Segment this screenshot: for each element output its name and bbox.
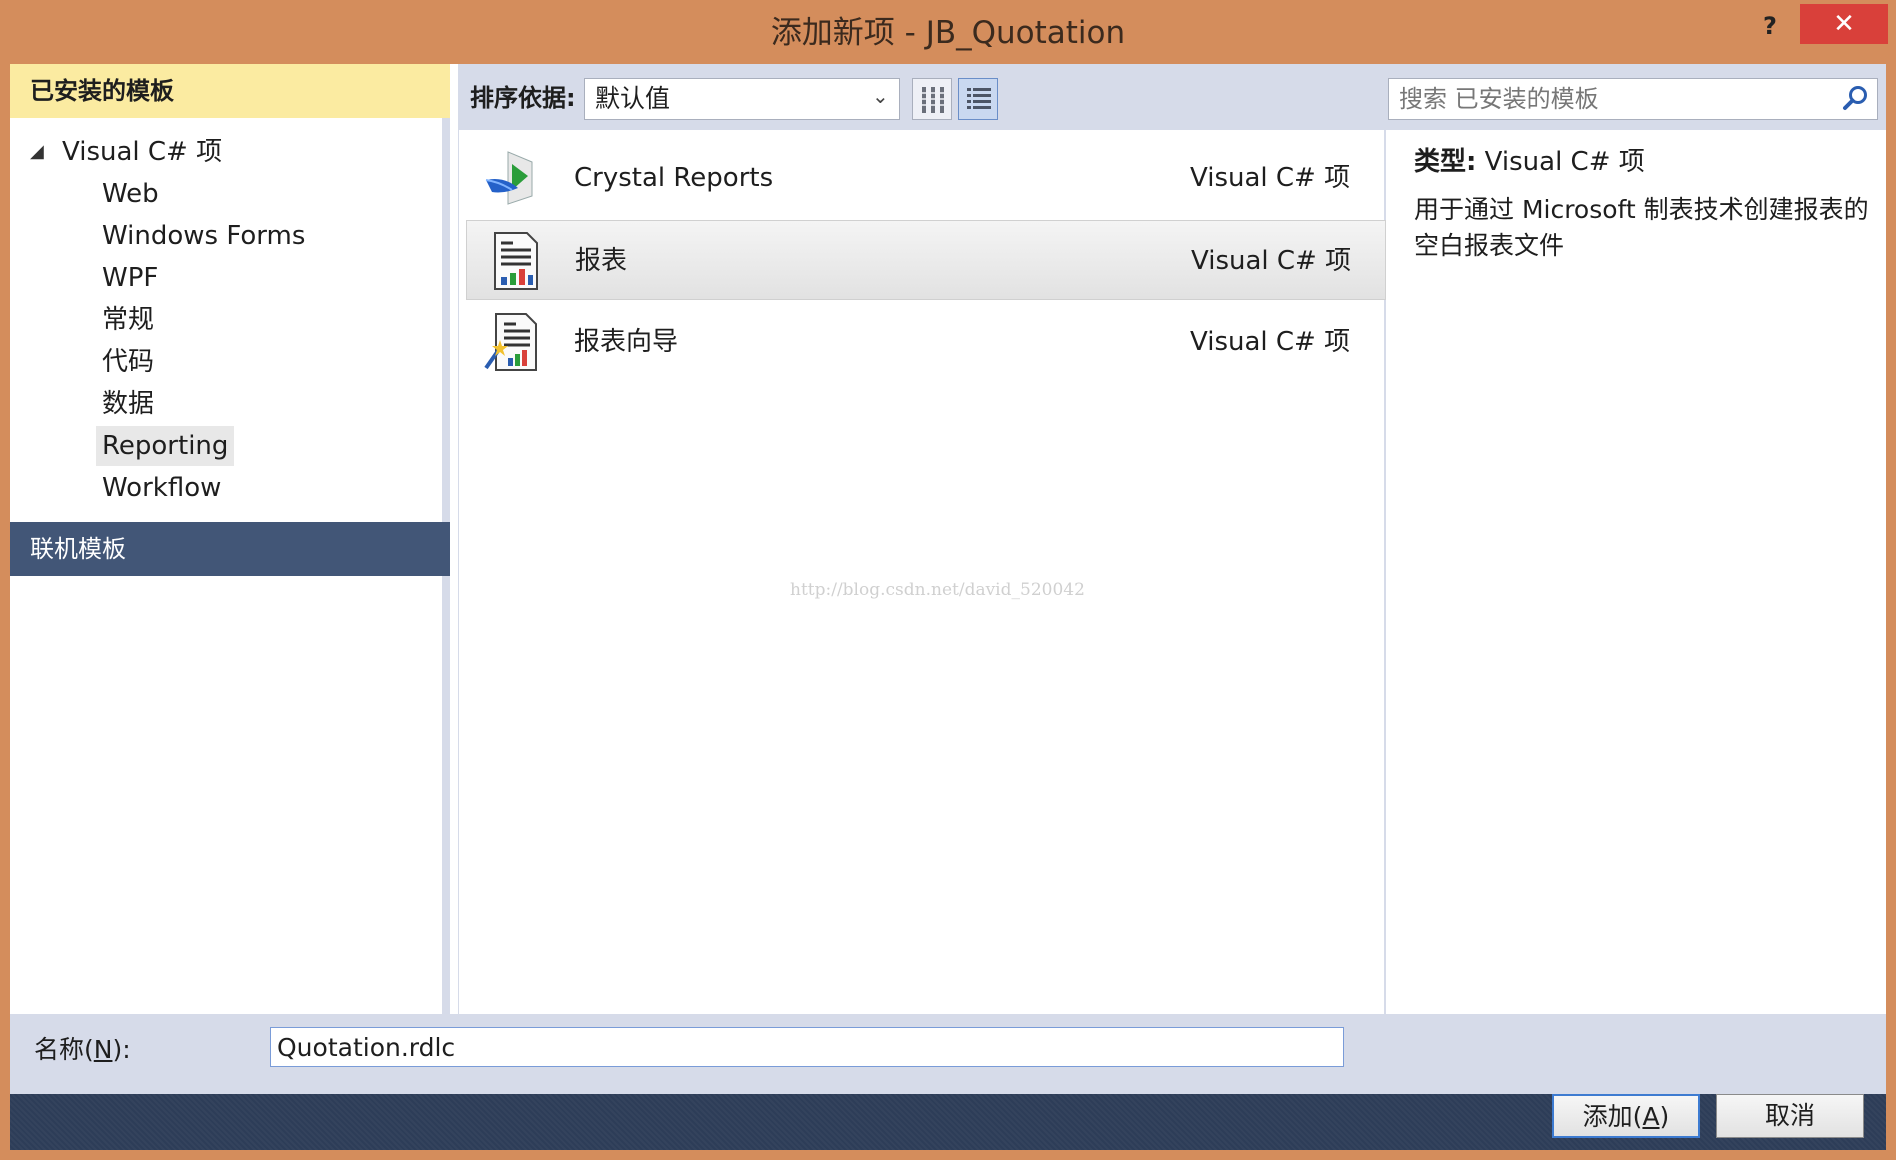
- template-row-report[interactable]: 报表 Visual C# 项: [466, 220, 1386, 300]
- sort-dropdown[interactable]: 默认值: [584, 78, 900, 120]
- tree-item-windows-forms[interactable]: Windows Forms: [96, 216, 311, 256]
- tree-item-workflow[interactable]: Workflow: [96, 468, 227, 508]
- tree-item-data[interactable]: 数据: [96, 384, 160, 424]
- add-button[interactable]: 添加(A): [1552, 1094, 1700, 1138]
- small-icons-view-button[interactable]: [912, 78, 952, 120]
- details-view-button[interactable]: [958, 78, 998, 120]
- cancel-button[interactable]: 取消: [1716, 1094, 1864, 1138]
- tree-item-reporting[interactable]: Reporting: [96, 426, 235, 466]
- template-type: Visual C# 项: [1190, 163, 1351, 193]
- installed-templates-header[interactable]: 已安装的模板: [10, 64, 450, 118]
- template-row-report-wizard[interactable]: 报表向导 Visual C# 项: [466, 302, 1386, 382]
- template-type: Visual C# 项: [1191, 246, 1352, 276]
- name-label: 名称(N):: [34, 1035, 131, 1064]
- collapse-arrow-icon[interactable]: ◢: [30, 132, 44, 172]
- type-label: 类型:: [1414, 147, 1477, 177]
- help-button[interactable]: ?: [1748, 8, 1792, 44]
- window-title: 添加新项 - JB_Quotation: [770, 15, 1126, 51]
- close-icon: ✕: [1833, 9, 1855, 39]
- small-icons-view-icon: [921, 87, 945, 113]
- tree-item-general[interactable]: 常规: [96, 300, 160, 340]
- name-input[interactable]: [270, 1027, 1344, 1067]
- search-icon[interactable]: [1838, 82, 1872, 116]
- chevron-down-icon: ⌄: [872, 84, 889, 108]
- crystal-reports-icon: [485, 151, 533, 205]
- watermark: http://blog.csdn.net/david_520042: [790, 580, 1085, 600]
- sort-dropdown-value: 默认值: [595, 84, 671, 113]
- template-name: Crystal Reports: [574, 163, 774, 193]
- template-type: Visual C# 项: [1190, 327, 1351, 357]
- details-view-icon: [967, 88, 991, 109]
- template-type-line: 类型: Visual C# 项: [1414, 142, 1645, 182]
- tree-item-visual-csharp[interactable]: Visual C# 项: [56, 132, 228, 172]
- template-description: 用于通过 Microsoft 制表技术创建报表的空白报表文件: [1414, 195, 1869, 260]
- tree-item-code[interactable]: 代码: [96, 342, 160, 382]
- template-row-crystal-reports[interactable]: Crystal Reports Visual C# 项: [466, 138, 1386, 218]
- search-input[interactable]: [1388, 78, 1878, 120]
- online-templates-header[interactable]: 联机模板: [10, 522, 450, 576]
- template-name: 报表: [575, 246, 628, 276]
- close-button[interactable]: ✕: [1800, 4, 1888, 44]
- tree-item-wpf[interactable]: WPF: [96, 258, 164, 298]
- report-icon: [494, 232, 538, 290]
- report-wizard-icon: [484, 313, 537, 371]
- tree-item-web[interactable]: Web: [96, 174, 165, 214]
- template-name: 报表向导: [574, 327, 679, 357]
- type-value: Visual C# 项: [1484, 147, 1645, 177]
- sort-label: 排序依据:: [470, 84, 576, 112]
